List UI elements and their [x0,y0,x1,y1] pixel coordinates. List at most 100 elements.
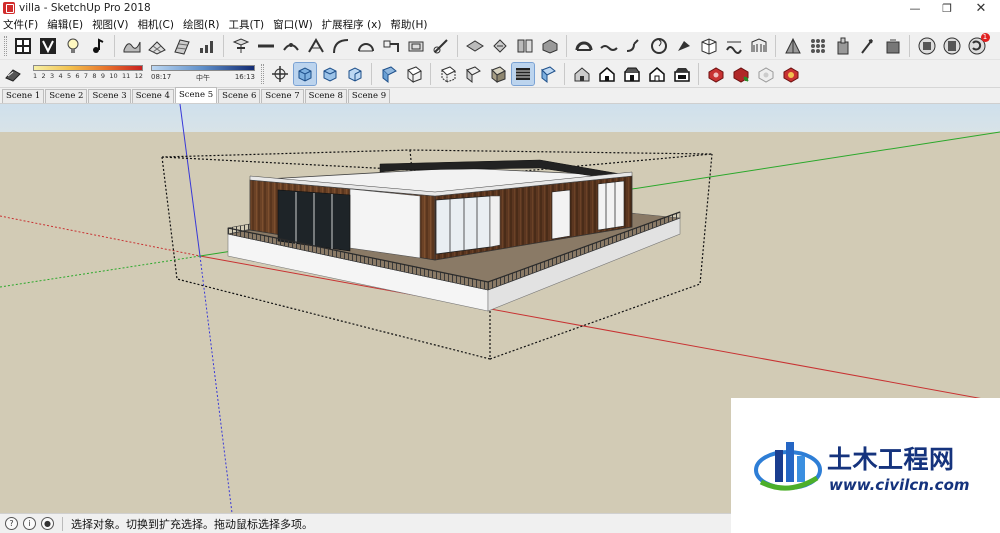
xray-face-icon[interactable] [537,63,559,85]
tab-scene-8[interactable]: Scene 8 [304,89,347,103]
push-pull-icon[interactable] [430,35,452,57]
month-slider[interactable]: 1 2 3 4 5 6 7 8 9 10 11 12 [33,64,143,83]
section-plane-icon[interactable] [832,35,854,57]
intersect-icon[interactable] [514,35,536,57]
house-style-1-icon[interactable] [571,63,593,85]
house-style-2-icon[interactable] [596,63,618,85]
tab-scene-2[interactable]: Scene 2 [45,89,88,103]
house-style-5-icon[interactable] [671,63,693,85]
monochrome-icon[interactable] [510,61,535,86]
tab-scene-3[interactable]: Scene 3 [88,89,131,103]
rotate-icon[interactable] [489,35,511,57]
dimension-icon[interactable] [748,35,770,57]
wireframe-icon[interactable] [403,63,425,85]
top-view-icon[interactable] [319,63,341,85]
watermark-url: www.civilcn.com [829,476,970,494]
extension-warehouse-icon[interactable] [941,35,963,57]
menu-tools[interactable]: 工具(T) [228,17,264,32]
shell-icon[interactable] [648,35,670,57]
extension-icon[interactable] [916,35,938,57]
credits-icon[interactable]: i [23,517,36,530]
outer-shell-icon[interactable] [673,35,695,57]
notifications-icon[interactable]: 1 [966,32,990,57]
menu-view[interactable]: 视图(V) [92,17,128,32]
shaded-textures-icon[interactable] [487,63,509,85]
solid-trim-icon[interactable] [598,35,620,57]
iso-view-icon[interactable] [292,61,317,86]
time-labels: 08:17 中午 16:13 [151,73,255,83]
hidden-line-icon[interactable] [437,63,459,85]
menu-window[interactable]: 窗口(W) [273,17,313,32]
offset-icon[interactable] [405,35,427,57]
warehouse-icon[interactable] [882,35,904,57]
month-slider-track [33,64,143,71]
middle-volume [349,188,421,259]
follow-me-icon[interactable] [380,35,402,57]
minimize-button[interactable]: — [900,0,930,16]
menu-edit[interactable]: 编辑(E) [47,17,83,32]
text-icon[interactable] [782,35,804,57]
close-button[interactable]: ✕ [966,0,996,16]
civilcn-logo [754,442,822,491]
menu-camera[interactable]: 相机(C) [137,17,174,32]
time-slider[interactable]: 08:17 中午 16:13 [151,64,255,83]
tab-scene-7[interactable]: Scene 7 [261,89,304,103]
component-icon[interactable] [705,63,727,85]
orbit-icon[interactable] [269,63,291,85]
menu-file[interactable]: 文件(F) [3,17,38,32]
stamp-icon[interactable] [196,35,218,57]
flip-edge-icon[interactable] [280,35,302,57]
sandbox-from-contours-icon[interactable] [121,35,143,57]
smoove-icon[interactable] [171,35,193,57]
solid-subtract-icon[interactable] [573,35,595,57]
menu-draw[interactable]: 绘图(R) [183,17,220,32]
toolbar-row-2: 1 2 3 4 5 6 7 8 9 10 11 12 08:17 中午 16:1… [0,60,1000,88]
front-view-icon[interactable] [344,63,366,85]
tab-scene-1[interactable]: Scene 1 [2,89,45,103]
time-end-label: 16:13 [234,72,255,81]
drape-icon[interactable] [230,35,252,57]
month-labels: 1 2 3 4 5 6 7 8 9 10 11 12 [33,72,143,80]
add-detail-icon[interactable] [255,35,277,57]
tab-scene-4[interactable]: Scene 4 [131,89,174,103]
environment-icon[interactable] [37,35,59,57]
weld-icon[interactable] [305,35,327,57]
month-label: 4 [58,71,63,80]
house-style-4-icon[interactable] [646,63,668,85]
solid-split-icon[interactable] [623,35,645,57]
tab-scene-6[interactable]: Scene 6 [218,89,261,103]
toolbar-grip[interactable] [261,63,264,84]
toolbar-separator [698,62,699,85]
maximize-button[interactable]: ❐ [932,0,962,16]
shadow-toggle-icon[interactable] [2,63,24,85]
house-style-3-icon[interactable] [621,63,643,85]
axes-icon[interactable] [807,35,829,57]
sandbox-from-scratch-icon[interactable] [146,35,168,57]
component-add-icon[interactable] [730,63,752,85]
tape-measure-icon[interactable] [698,35,720,57]
xray-icon[interactable] [378,63,400,85]
toolbar-separator [909,34,910,57]
menu-extensions[interactable]: 扩展程序 (x) [322,17,382,32]
style-builder-icon[interactable] [12,35,34,57]
scale-icon[interactable] [464,35,486,57]
curve-icon[interactable] [330,35,352,57]
geo-location-icon[interactable]: ? [5,517,18,530]
month-label: 10 [109,71,118,80]
component-options-icon[interactable] [780,63,802,85]
tab-scene-5[interactable]: Scene 5 [174,87,218,103]
title-bar: villa - SketchUp Pro 2018 — ❐ ✕ [0,0,1000,16]
menu-help[interactable]: 帮助(H) [390,17,427,32]
shaded-icon[interactable] [462,63,484,85]
music-note-icon[interactable] [87,35,109,57]
solid-union-icon[interactable] [539,35,561,57]
3d-text-icon[interactable] [857,35,879,57]
light-bulb-icon[interactable] [62,35,84,57]
protractor-icon[interactable] [723,35,745,57]
arc-icon[interactable] [355,35,377,57]
red-axis [199,255,1000,403]
toolbar-grip[interactable] [4,35,7,56]
tab-scene-9[interactable]: Scene 9 [347,89,391,103]
component-outline-icon[interactable] [755,63,777,85]
user-icon[interactable]: ● [41,517,54,530]
